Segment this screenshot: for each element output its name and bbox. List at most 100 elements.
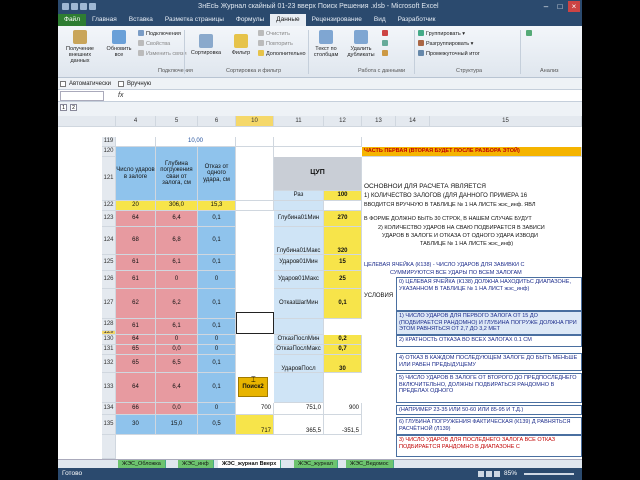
cell[interactable]: -351,5 [324, 415, 362, 435]
row-header[interactable]: 121 [102, 157, 116, 201]
cup-header[interactable]: ЦУП [274, 157, 362, 191]
tab-view[interactable]: Вид [368, 14, 392, 26]
close-icon[interactable]: × [568, 1, 580, 12]
cell[interactable] [236, 147, 274, 201]
page-break-view-icon[interactable] [494, 471, 500, 477]
cell[interactable] [324, 201, 362, 211]
cell[interactable]: 15,3 [198, 201, 236, 211]
tab-insert[interactable]: Вставка [123, 14, 159, 26]
cell[interactable]: 365,5 [274, 415, 324, 435]
undo-icon[interactable] [71, 3, 78, 10]
cell[interactable]: 0,1 [198, 355, 236, 373]
cell[interactable]: 66 [116, 403, 156, 415]
cell[interactable]: 0 [198, 271, 236, 289]
refresh-all-button[interactable]: Обновить все [104, 30, 134, 58]
cell[interactable] [274, 201, 324, 211]
select-all-corner[interactable] [58, 116, 116, 127]
cell[interactable]: 0,1 [198, 289, 236, 319]
row-header[interactable]: 119 [102, 137, 116, 147]
row-header-empty[interactable] [102, 435, 116, 459]
solver-button[interactable] [526, 30, 534, 38]
manual-calc-checkbox[interactable] [118, 81, 124, 87]
row-header[interactable]: 128 [102, 319, 116, 331]
cell[interactable]: 0,5 [198, 415, 236, 435]
condition-5[interactable]: 5) ЧИСЛО УДАРОВ В ЗАЛОГЕ ОТ ВТОРОГО ДО П… [396, 373, 582, 403]
cell[interactable]: 62 [116, 289, 156, 319]
group-button[interactable]: Группировать ▾ [418, 30, 465, 38]
tab-file[interactable]: Файл [58, 14, 86, 26]
tab-data[interactable]: Данные [270, 14, 306, 26]
cell[interactable]: 6,2 [156, 289, 198, 319]
outline-level-2[interactable]: 2 [70, 104, 77, 111]
cell[interactable]: 6,8 [156, 227, 198, 255]
cell[interactable]: 717 [236, 415, 274, 435]
cell[interactable]: 900 [324, 403, 362, 415]
col-header[interactable]: 5 [156, 116, 198, 127]
cell[interactable] [116, 137, 156, 147]
reapply-button[interactable]: Повторить [258, 40, 293, 48]
name-box[interactable] [60, 91, 104, 101]
condition-6[interactable]: 6) ГЛУБИНА ПОГРУЖЕНИЯ ФАКТИЧЕСКАЯ (К139)… [396, 417, 582, 435]
param-label[interactable]: ОтказПослМакс [274, 345, 324, 355]
cell[interactable]: 0 [198, 335, 236, 345]
cell[interactable]: 68 [116, 227, 156, 255]
raz-value[interactable]: 100 [324, 191, 362, 201]
customize-icon[interactable] [89, 3, 96, 10]
col-header[interactable]: 14 [396, 116, 430, 127]
param-label[interactable]: Глубина01Макс [274, 227, 324, 255]
cell[interactable]: 0 [198, 403, 236, 415]
param-value[interactable]: 270 [324, 211, 362, 227]
text-to-columns-button[interactable]: Текст по столбцам [312, 30, 340, 58]
param-label[interactable]: Ударов01Мин [274, 255, 324, 271]
auto-calc-checkbox[interactable] [60, 81, 66, 87]
col-header[interactable]: 12 [324, 116, 362, 127]
cell[interactable]: 15,0 [156, 415, 198, 435]
sort-button[interactable]: Сортировка [188, 34, 224, 56]
row-header[interactable]: 135 [102, 415, 116, 435]
cell[interactable]: 65 [116, 345, 156, 355]
col-header[interactable]: 4 [116, 116, 156, 127]
cell[interactable]: 61 [116, 271, 156, 289]
cell[interactable]: 0,1 [198, 211, 236, 227]
cell[interactable]: 6,4 [156, 373, 198, 403]
row-header[interactable]: 131 [102, 345, 116, 355]
remove-duplicates-button[interactable]: Удалить дубликаты [344, 30, 378, 58]
tab-page-layout[interactable]: Разметка страницы [159, 14, 230, 26]
edit-links-button[interactable]: Изменить связи [138, 50, 187, 58]
row-header[interactable]: 133 [102, 373, 116, 403]
note-part1[interactable]: ЧАСТЬ ПЕРВАЯ (ВТОРАЯ БУДЕТ ПОСЛЕ РАЗБОРА… [362, 147, 582, 157]
cell[interactable]: 65 [116, 355, 156, 373]
what-if-button[interactable] [382, 50, 390, 58]
param-value[interactable]: 25 [324, 271, 362, 289]
cell[interactable] [236, 201, 274, 211]
redo-icon[interactable] [80, 3, 87, 10]
cell[interactable]: 6,1 [156, 255, 198, 271]
condition-2[interactable]: 2) КРАТНОСТЬ ОТКАЗА ВО ВСЕХ ЗАЛОГАХ 0.1 … [396, 335, 582, 347]
cell[interactable]: 64 [116, 335, 156, 345]
condition-1[interactable]: 1) ЧИСЛО УДАРОВ ДЛЯ ПЕРВОГО ЗАЛОГА ОТ 15… [396, 311, 582, 335]
cell[interactable]: 20 [116, 201, 156, 211]
advanced-button[interactable]: Дополнительно [258, 50, 306, 58]
cell[interactable]: 0,0 [156, 345, 198, 355]
param-label[interactable]: УдаровПосл [274, 355, 324, 373]
data-validation-button[interactable] [382, 30, 390, 38]
cell[interactable]: 700 [236, 403, 274, 415]
col-header[interactable]: 13 [362, 116, 396, 127]
cell[interactable]: 0,1 [198, 319, 236, 335]
connections-button[interactable]: Подключения [138, 30, 181, 38]
tab-formulas[interactable]: Формулы [230, 14, 270, 26]
minimize-icon[interactable]: – [540, 1, 552, 12]
properties-button[interactable]: Свойства [138, 40, 170, 48]
filter-button[interactable]: Фильтр [228, 34, 254, 56]
param-label[interactable]: Глубина01Мин [274, 211, 324, 227]
condition-0[interactable]: 0) ЦЕЛЕВАЯ ЯЧЕЙКА (К138) ДОЛЖНА НАХОДИТЬ… [396, 277, 582, 311]
param-value[interactable]: 0,1 [324, 289, 362, 319]
param-label[interactable]: ОтказПослМин [274, 335, 324, 345]
col-header[interactable]: 6 [198, 116, 236, 127]
cell[interactable]: 751,0 [274, 403, 324, 415]
header-refusal[interactable]: Отказ от одного удара, см [198, 147, 236, 201]
row-header[interactable]: 122 [102, 201, 116, 211]
condition-4[interactable]: 4) ОТКАЗ В КАЖДОМ ПОСЛЕДУЮЩЕМ ЗАЛОГЕ ДО … [396, 353, 582, 371]
cell[interactable]: 6,4 [156, 211, 198, 227]
cell[interactable]: 0,1 [198, 373, 236, 403]
